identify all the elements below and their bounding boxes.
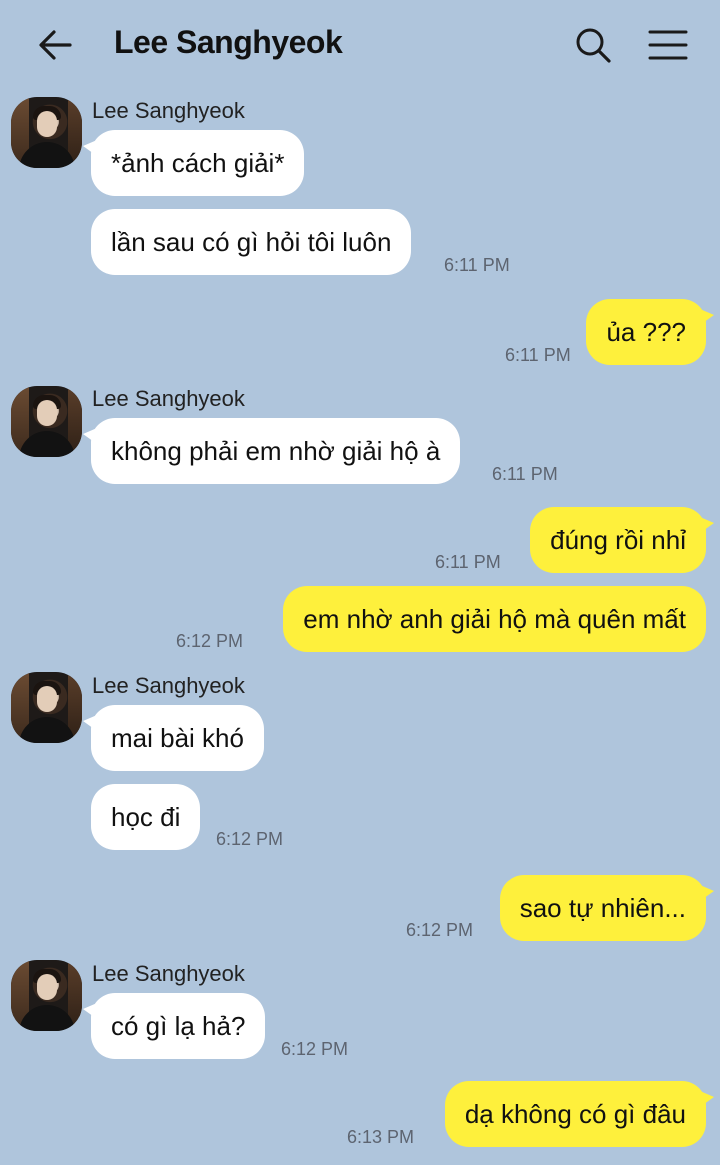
message-time: 6:13 PM — [347, 1127, 415, 1147]
message-time: 6:11 PM — [492, 464, 558, 484]
message-time: 6:11 PM — [444, 255, 510, 275]
message-bubble-incoming[interactable]: lần sau có gì hỏi tôi luôn — [91, 209, 412, 275]
sender-name: Lee Sanghyeok — [92, 386, 245, 411]
message-bubble-outgoing[interactable]: đúng rồi nhỉ — [530, 507, 714, 573]
avatar[interactable] — [11, 97, 82, 168]
message-bubble-incoming[interactable]: học đi — [91, 784, 201, 850]
avatar[interactable] — [11, 386, 82, 457]
message-time: 6:11 PM — [505, 345, 571, 365]
message-time: 6:12 PM — [176, 631, 244, 651]
message-bubble-incoming[interactable]: mai bài khó — [83, 705, 264, 771]
message-bubble-incoming[interactable]: có gì lạ hả? — [82, 993, 266, 1059]
avatar[interactable] — [11, 672, 82, 743]
sender-name: Lee Sanghyeok — [92, 961, 245, 986]
message-bubble-incoming[interactable]: *ảnh cách giải* — [82, 130, 305, 196]
message-time: 6:11 PM — [435, 552, 501, 572]
sender-name: Lee Sanghyeok — [92, 98, 245, 123]
message-bubble-outgoing[interactable]: em nhờ anh giải hộ mà quên mất — [283, 586, 706, 652]
message-list[interactable]: Lee Sanghyeok *ảnh cách giải* lần sau có… — [0, 0, 720, 1165]
avatar[interactable] — [11, 960, 82, 1031]
message-time: 6:12 PM — [281, 1039, 349, 1059]
message-bubble-outgoing[interactable]: dạ không có gì đâu — [444, 1081, 715, 1147]
message-time: 6:12 PM — [406, 920, 474, 940]
message-bubble-incoming[interactable]: không phải em nhờ giải hộ à — [82, 418, 461, 484]
message-bubble-outgoing[interactable]: ủa ??? — [586, 299, 714, 365]
message-time: 6:12 PM — [216, 829, 284, 849]
sender-name: Lee Sanghyeok — [92, 673, 245, 698]
message-bubble-outgoing[interactable]: sao tự nhiên... — [499, 875, 715, 941]
